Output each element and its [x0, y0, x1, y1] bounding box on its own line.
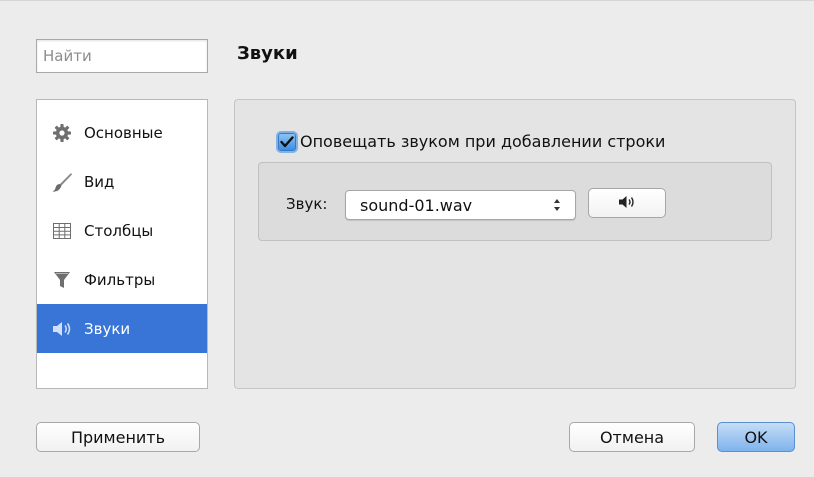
- columns-icon: [51, 220, 73, 242]
- sidebar-item-label: Звуки: [84, 319, 131, 338]
- sidebar-item-label: Столбцы: [84, 221, 154, 240]
- sidebar-item-view[interactable]: Вид: [37, 157, 207, 206]
- sidebar-item-sounds[interactable]: Звуки: [37, 304, 207, 353]
- notify-sound-label: Оповещать звуком при добавлении строки: [300, 132, 666, 151]
- apply-button[interactable]: Применить: [36, 422, 200, 452]
- speaker-icon: [617, 194, 637, 213]
- sidebar-item-columns[interactable]: Столбцы: [37, 206, 207, 255]
- gear-icon: [51, 122, 73, 144]
- updown-arrows-icon: [553, 197, 561, 217]
- play-sound-button[interactable]: [588, 188, 666, 218]
- page-title: Звуки: [237, 43, 298, 64]
- speaker-icon: [51, 318, 73, 340]
- sound-select-value: sound-01.wav: [360, 195, 473, 215]
- notify-sound-checkbox-row[interactable]: Оповещать звуком при добавлении строки: [278, 132, 665, 151]
- filter-icon: [51, 269, 73, 291]
- brush-icon: [51, 171, 73, 193]
- notify-sound-checkbox[interactable]: [278, 132, 296, 151]
- ok-button[interactable]: OK: [717, 422, 795, 452]
- sidebar-item-general[interactable]: Основные: [37, 108, 207, 157]
- sidebar-item-label: Основные: [84, 123, 163, 142]
- preferences-window: Звуки: [0, 0, 814, 477]
- sound-select[interactable]: sound-01.wav: [345, 190, 576, 220]
- sound-label: Звук:: [286, 195, 328, 213]
- sidebar: Основные Вид Столбцы Фильтры Звуки: [36, 99, 208, 389]
- cancel-button[interactable]: Отмена: [569, 422, 695, 452]
- sidebar-item-filters[interactable]: Фильтры: [37, 255, 207, 304]
- search-input[interactable]: [36, 39, 208, 73]
- sidebar-item-label: Фильтры: [84, 270, 156, 289]
- sidebar-item-label: Вид: [84, 172, 115, 191]
